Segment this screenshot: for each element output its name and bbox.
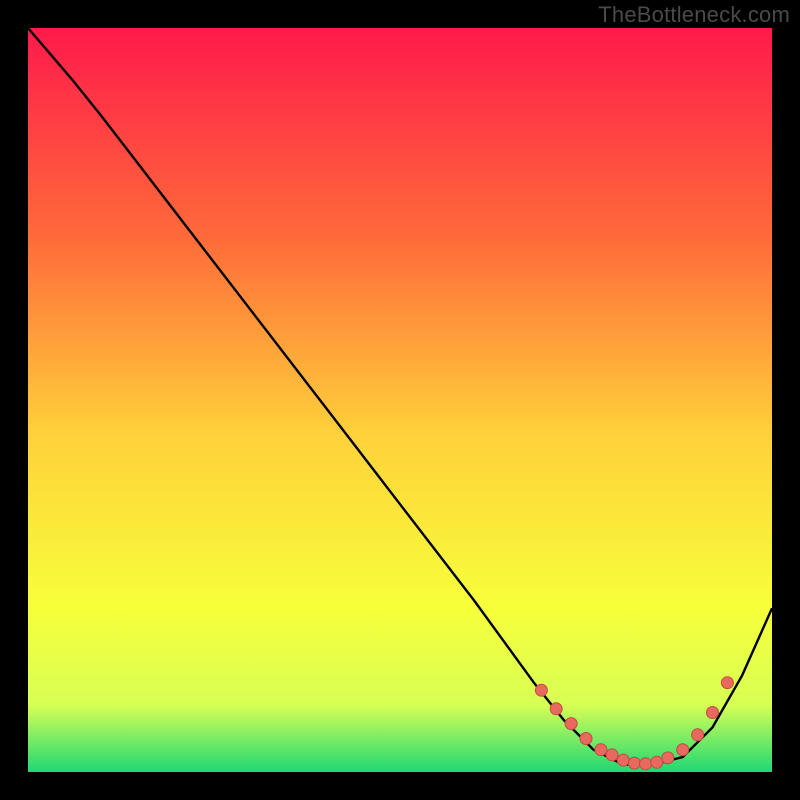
optimal-marker — [580, 733, 592, 745]
optimal-marker — [640, 758, 652, 770]
optimal-marker — [721, 677, 733, 689]
optimal-marker — [565, 718, 577, 730]
optimal-marker — [662, 752, 674, 764]
optimal-marker — [550, 703, 562, 715]
chart-frame: TheBottleneck.com — [0, 0, 800, 800]
plot-svg — [28, 28, 772, 772]
optimal-marker — [535, 684, 547, 696]
gradient-background — [28, 28, 772, 772]
optimal-marker — [595, 744, 607, 756]
optimal-marker — [606, 749, 618, 761]
optimal-marker — [707, 707, 719, 719]
optimal-marker — [617, 754, 629, 766]
plot-area — [28, 28, 772, 772]
watermark-text: TheBottleneck.com — [598, 2, 790, 28]
optimal-marker — [628, 757, 640, 769]
optimal-marker — [677, 744, 689, 756]
optimal-marker — [692, 729, 704, 741]
optimal-marker — [651, 756, 663, 768]
